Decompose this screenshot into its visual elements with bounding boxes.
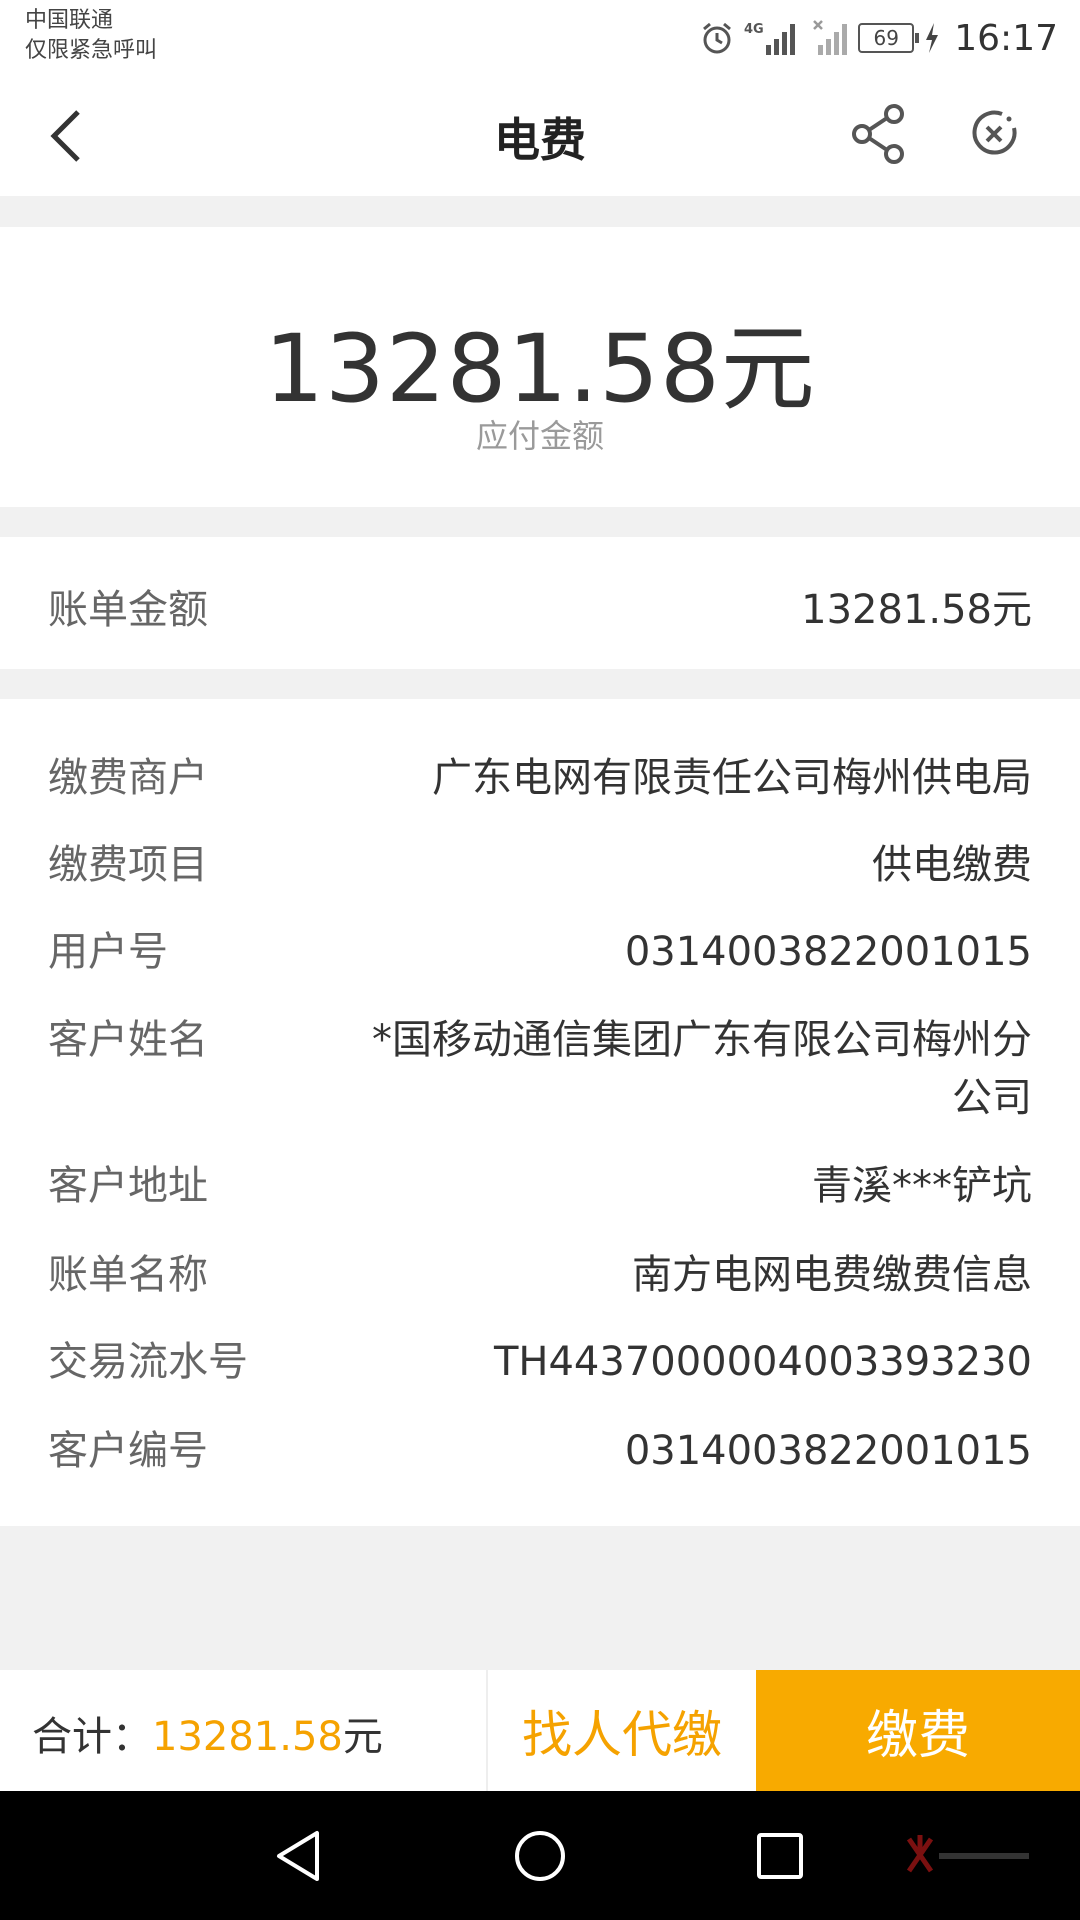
detail-value: TH4437000004003393230 — [493, 1339, 1032, 1385]
detail-value: 广东电网有限责任公司梅州供电局 — [432, 755, 1032, 801]
detail-label: 交易流水号 — [48, 1339, 248, 1385]
detail-label: 客户编号 — [48, 1428, 208, 1474]
clock: 16:17 — [954, 17, 1058, 59]
page-title: 电费 — [494, 113, 586, 167]
amount-due-label: 应付金额 — [475, 417, 604, 455]
total-unit: 元 — [342, 1714, 383, 1760]
detail-label: 账单名称 — [48, 1252, 208, 1298]
bill-amount-row: 账单金额 13281.58元 — [0, 537, 1080, 669]
cellular-signal-icon: 4G — [744, 22, 796, 55]
total-label: 合计： — [32, 1714, 152, 1760]
detail-label: 缴费商户 — [48, 755, 208, 801]
total-value: 13281.58 — [152, 1714, 343, 1760]
watermark-logo — [906, 1835, 1029, 1873]
alarm-icon — [703, 22, 732, 54]
triangle-back-icon — [277, 1831, 319, 1881]
top-nav-bar: 电费 — [0, 76, 1080, 196]
circle-home-icon — [515, 1831, 565, 1881]
square-recents-icon — [757, 1833, 803, 1879]
bottom-action-bar: 合计：13281.58元 找人代缴 缴费 — [0, 1670, 1080, 1791]
carrier-info: 中国联通 仅限紧急呼叫 — [25, 6, 157, 66]
pay-button[interactable]: 缴费 — [756, 1670, 1080, 1791]
bill-amount-value: 13281.58元 — [801, 587, 1032, 633]
amount-due-value: 13281.58元 — [264, 315, 816, 424]
detail-label: 用户号 — [48, 929, 168, 975]
system-navigation-bar — [0, 1791, 1080, 1920]
detail-value: 0314003822001015 — [624, 1428, 1032, 1474]
detail-value: 0314003822001015 — [624, 929, 1032, 975]
battery-indicator: 69 — [858, 23, 920, 53]
amount-due-card: 13281.58元 应付金额 — [0, 227, 1080, 507]
pay-for-me-button[interactable]: 找人代缴 — [488, 1670, 756, 1791]
total-amount: 合计：13281.58元 — [32, 1704, 383, 1762]
nav-home-button[interactable] — [505, 1821, 575, 1891]
no-signal-icon — [813, 20, 848, 55]
detail-label: 客户姓名 — [48, 1017, 208, 1063]
detail-value: *国移动通信集团广东有限公司梅州分公司 — [372, 1017, 1032, 1121]
network-type: 4G — [744, 22, 764, 37]
share-icon — [852, 104, 904, 164]
bill-amount-label: 账单金额 — [48, 587, 208, 633]
close-circle-icon — [972, 110, 1017, 155]
carrier-name: 中国联通 — [25, 8, 114, 33]
charging-icon — [926, 23, 939, 53]
detail-value: 青溪***铲坑 — [812, 1163, 1032, 1209]
carrier-status: 仅限紧急呼叫 — [25, 38, 158, 63]
detail-label: 客户地址 — [48, 1163, 208, 1209]
status-bar: 中国联通 仅限紧急呼叫 4G 69 16:17 — [0, 0, 1080, 76]
detail-value: 南方电网电费缴费信息 — [632, 1252, 1032, 1298]
close-button[interactable] — [964, 102, 1024, 166]
nav-recents-button[interactable] — [745, 1821, 815, 1891]
nav-back-button[interactable] — [265, 1821, 335, 1891]
share-button[interactable] — [848, 102, 912, 166]
bill-details-card: 缴费商户 广东电网有限责任公司梅州供电局 缴费项目 供电缴费 用户号 03140… — [0, 699, 1080, 1526]
detail-value: 供电缴费 — [872, 842, 1032, 888]
detail-label: 缴费项目 — [48, 842, 208, 888]
status-icons: 4G 69 16:17 — [700, 14, 1058, 62]
